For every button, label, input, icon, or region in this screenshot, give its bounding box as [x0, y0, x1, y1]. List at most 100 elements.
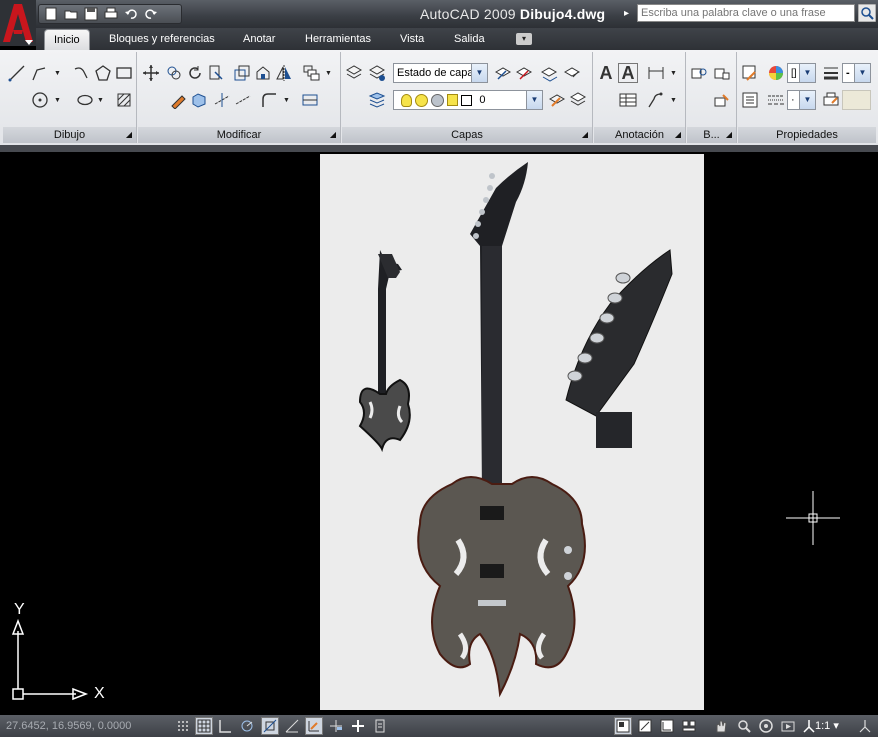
layer-walk-icon[interactable]	[568, 90, 588, 110]
new-icon[interactable]	[43, 6, 59, 22]
tab-anotar[interactable]: Anotar	[234, 29, 284, 49]
layer-match-icon[interactable]	[493, 63, 513, 83]
table-icon[interactable]	[618, 90, 638, 110]
panel-expand-icon[interactable]: ◢	[126, 127, 132, 143]
join-icon[interactable]	[300, 90, 320, 110]
annotation-scale-value[interactable]: 1:1 ▾	[815, 719, 839, 732]
layer-lock-icon[interactable]	[447, 94, 459, 107]
dimension-icon[interactable]	[646, 63, 666, 83]
stretch-icon[interactable]	[253, 63, 273, 83]
panel-title-modificar[interactable]: Modificar ◢	[138, 127, 340, 143]
dropdown-arrow-icon[interactable]: ▼	[799, 91, 815, 109]
search-icon[interactable]	[857, 3, 877, 23]
dropdown-arrow-icon[interactable]: ▼	[799, 64, 815, 82]
line-icon[interactable]	[7, 63, 27, 83]
move-icon[interactable]	[141, 63, 161, 83]
panel-title-dibujo[interactable]: Dibujo ◢	[3, 127, 136, 143]
dimension-dropdown-icon[interactable]: ▼	[670, 70, 677, 77]
lineweight-select[interactable]: - ▼	[842, 63, 871, 83]
open-icon[interactable]	[63, 6, 79, 22]
steering-wheel-icon[interactable]	[757, 717, 775, 735]
tab-bloques-y-referencias[interactable]: Bloques y referencias	[100, 29, 224, 49]
tab-salida[interactable]: Salida	[445, 29, 494, 49]
quick-view-drawings-icon[interactable]	[680, 717, 698, 735]
linetype-icon[interactable]	[766, 90, 786, 110]
dynamic-input-icon[interactable]	[327, 717, 345, 735]
layer-color-swatch[interactable]	[461, 94, 473, 106]
ellipse-icon[interactable]	[75, 90, 95, 110]
model-space-icon[interactable]	[614, 717, 632, 735]
layer-state-select[interactable]: Estado de capa ▼	[393, 63, 488, 83]
annotation-visibility-icon[interactable]	[856, 717, 874, 735]
array-dropdown-icon[interactable]: ▼	[325, 70, 332, 77]
coordinates-readout[interactable]: 27.6452, 16.9569, 0.0000	[6, 720, 131, 732]
rectangle-icon[interactable]	[114, 63, 134, 83]
circle-dropdown-icon[interactable]: ▼	[54, 97, 61, 104]
dropdown-arrow-icon[interactable]: ▼	[854, 64, 870, 82]
polyline-icon[interactable]	[30, 63, 50, 83]
layer-state-icon[interactable]	[367, 63, 387, 83]
match-properties-icon[interactable]	[740, 63, 760, 83]
leader-icon[interactable]	[646, 90, 666, 110]
hatch-icon[interactable]	[114, 90, 134, 110]
lineweight-icon[interactable]	[821, 63, 841, 83]
single-line-text-icon[interactable]: A	[618, 63, 638, 83]
create-block-icon[interactable]	[712, 63, 732, 83]
chamfer-dropdown-icon[interactable]: ▼	[283, 97, 290, 104]
tab-vista[interactable]: Vista	[391, 29, 433, 49]
circle-icon[interactable]	[30, 90, 50, 110]
autocad-logo-icon[interactable]	[0, 0, 36, 46]
polyline-dropdown-icon[interactable]: ▼	[54, 70, 61, 77]
quick-properties-icon[interactable]	[371, 717, 389, 735]
panel-expand-icon[interactable]: ◢	[726, 127, 732, 143]
leader-dropdown-icon[interactable]: ▼	[670, 97, 677, 104]
quick-view-layouts-icon[interactable]	[658, 717, 676, 735]
edit-block-icon[interactable]	[712, 90, 732, 110]
grid-display-icon[interactable]	[195, 717, 213, 735]
object-snap-icon[interactable]	[261, 717, 279, 735]
layer-freeze-icon[interactable]	[415, 93, 429, 107]
color-wheel-icon[interactable]	[766, 63, 786, 83]
multiline-text-icon[interactable]: A	[596, 63, 616, 83]
layer-properties-icon[interactable]	[344, 63, 364, 83]
panel-expand-icon[interactable]: ◢	[582, 127, 588, 143]
layer-previous-icon[interactable]	[514, 63, 534, 83]
linetype-select[interactable]: · ▼	[787, 90, 816, 110]
polar-tracking-icon[interactable]	[238, 717, 256, 735]
trim-icon[interactable]	[206, 63, 226, 83]
panel-title-bloques[interactable]: B... ◢	[687, 127, 736, 143]
layer-unisolate-icon[interactable]	[562, 63, 582, 83]
showmotion-icon[interactable]	[779, 717, 797, 735]
erase-icon[interactable]	[168, 90, 188, 110]
panel-expand-icon[interactable]: ◢	[675, 127, 681, 143]
explode-icon[interactable]	[189, 90, 209, 110]
layer-on-icon[interactable]	[401, 93, 412, 107]
layout-space-icon[interactable]	[636, 717, 654, 735]
list-properties-icon[interactable]	[740, 90, 760, 110]
dropdown-arrow-icon[interactable]: ▼	[471, 64, 487, 82]
redo-icon[interactable]	[143, 6, 159, 22]
print-icon[interactable]	[103, 6, 119, 22]
panel-title-propiedades[interactable]: Propiedades	[738, 127, 876, 143]
panel-title-anotacion[interactable]: Anotación ◢	[594, 127, 685, 143]
make-current-layer-icon[interactable]	[547, 90, 567, 110]
chamfer-icon[interactable]	[259, 90, 279, 110]
pan-icon[interactable]	[712, 717, 730, 735]
layer-stack-icon[interactable]	[367, 90, 387, 110]
snap-mode-icon[interactable]	[174, 717, 192, 735]
array-icon[interactable]	[301, 63, 321, 83]
lineweight-display-icon[interactable]	[349, 717, 367, 735]
guitar-image[interactable]	[320, 154, 704, 710]
current-layer-select[interactable]: 0 ▼	[393, 90, 543, 110]
mirror-icon[interactable]	[274, 63, 294, 83]
ortho-mode-icon[interactable]	[216, 717, 234, 735]
undo-icon[interactable]	[123, 6, 139, 22]
layer-viewport-freeze-icon[interactable]	[431, 93, 445, 107]
search-input[interactable]	[637, 4, 855, 22]
dynamic-ucs-icon[interactable]	[305, 717, 323, 735]
rotate-icon[interactable]	[185, 63, 205, 83]
panel-title-capas[interactable]: Capas ◢	[342, 127, 592, 143]
offset-icon[interactable]	[212, 90, 232, 110]
scale-icon[interactable]	[232, 63, 252, 83]
copy-icon[interactable]	[164, 63, 184, 83]
